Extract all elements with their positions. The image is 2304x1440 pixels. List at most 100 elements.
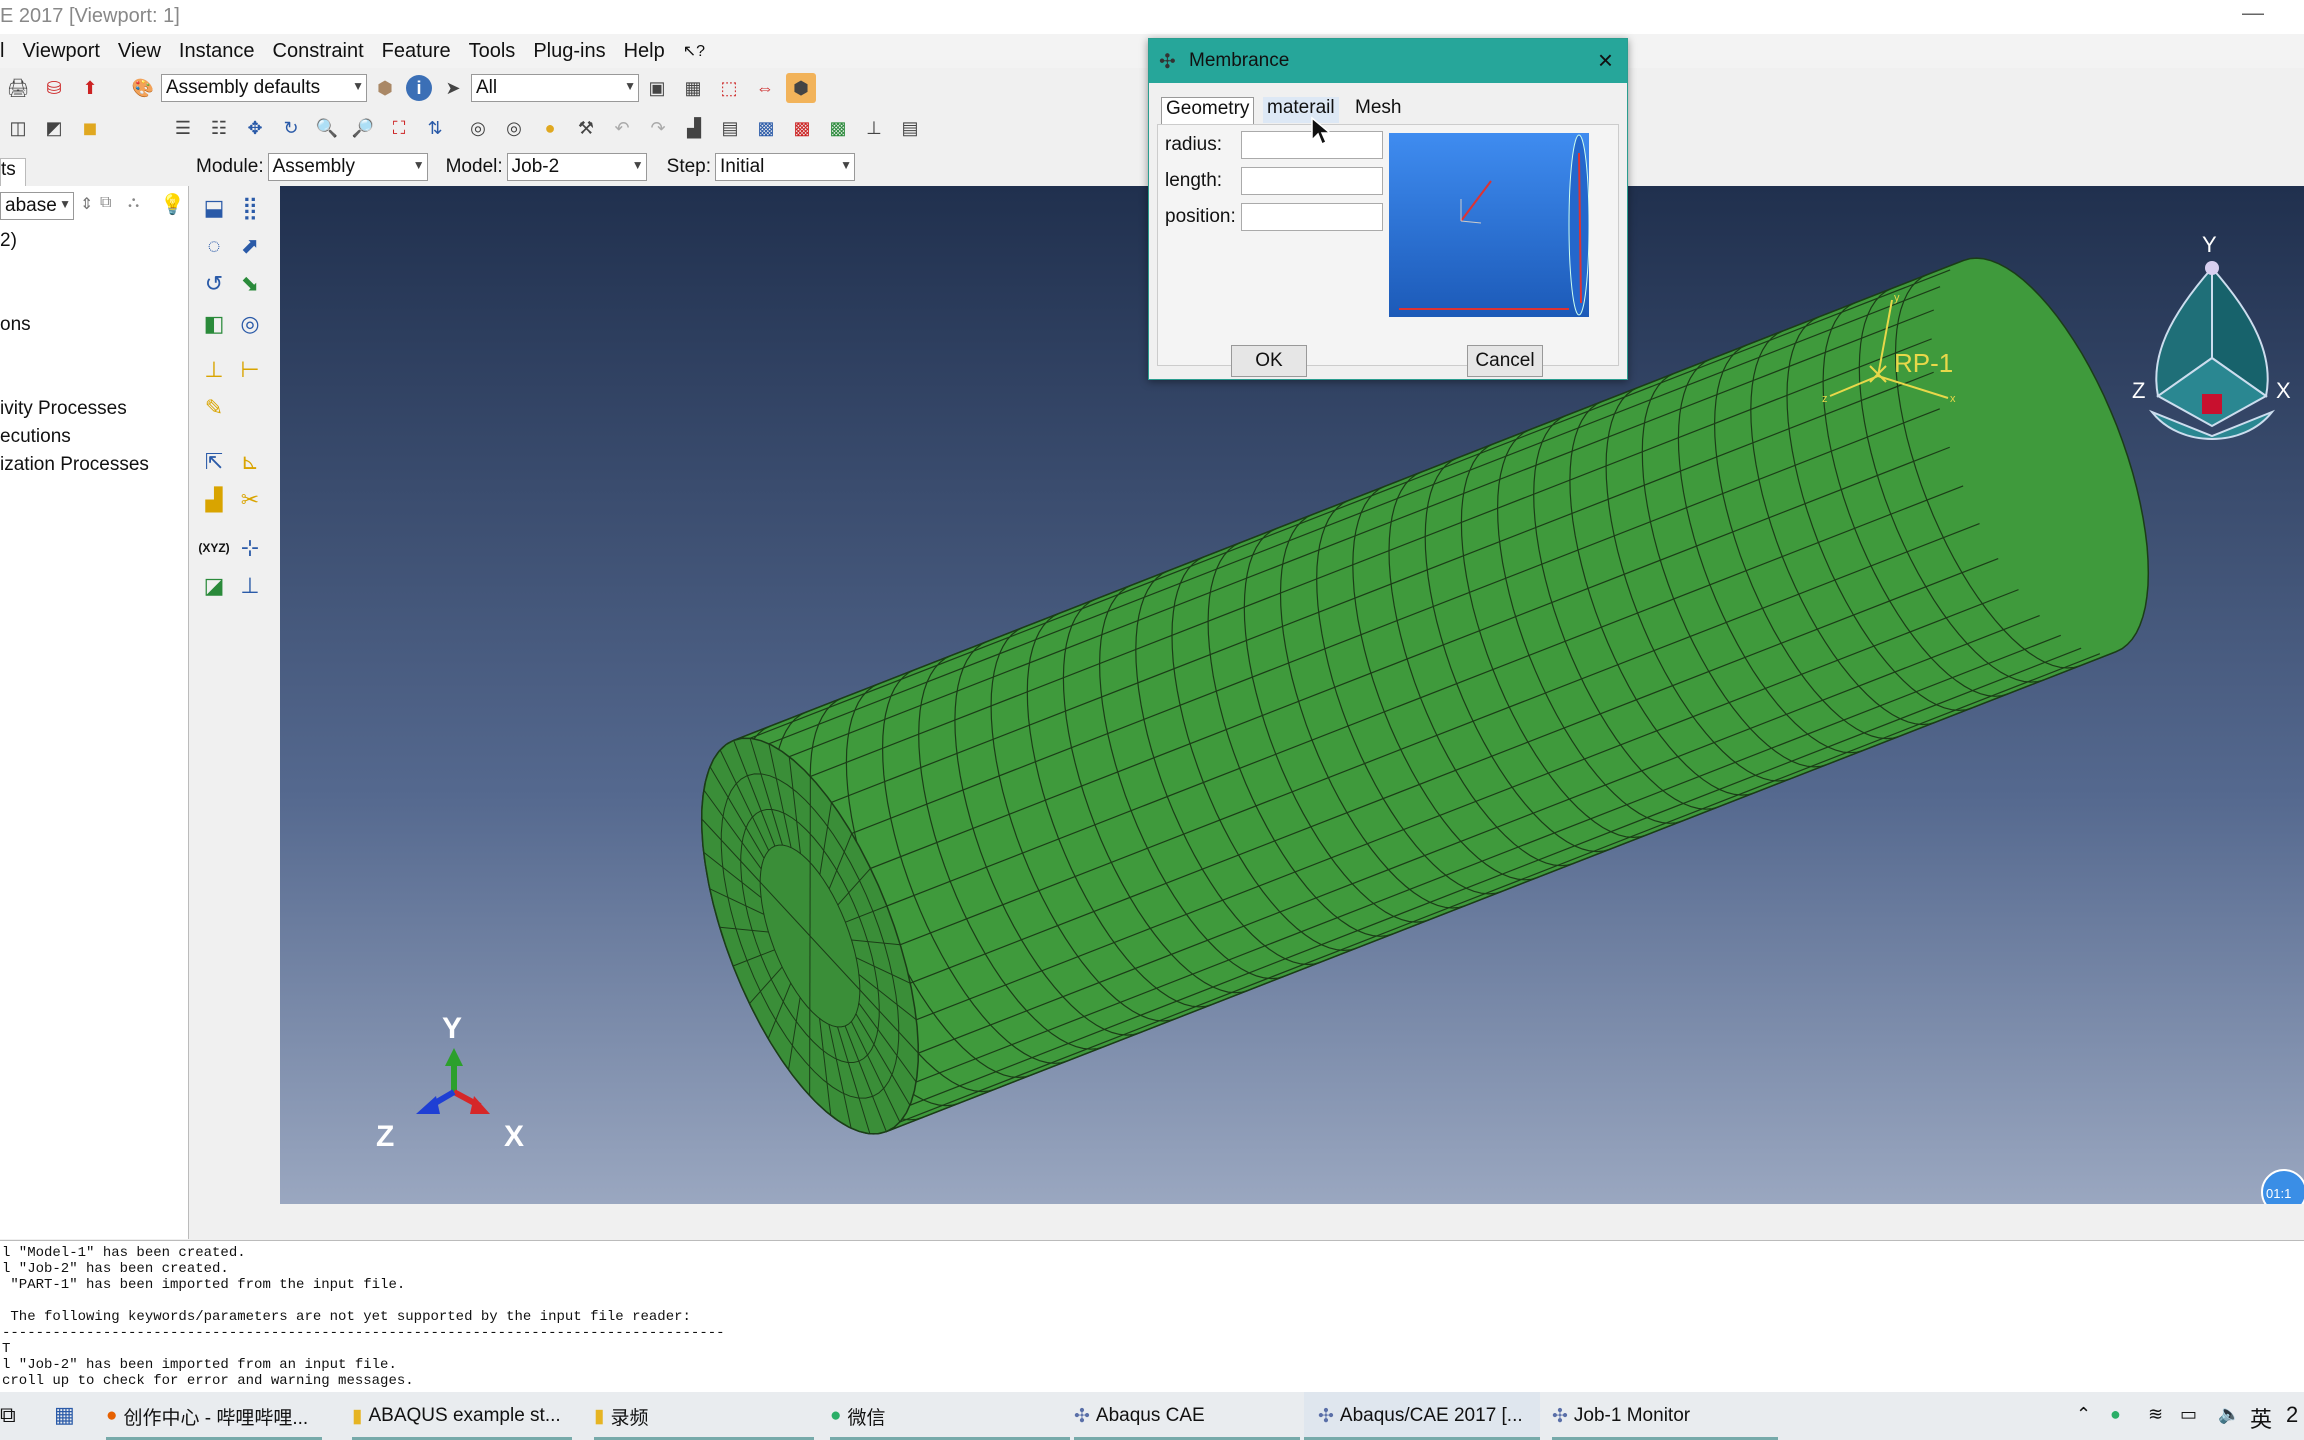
query-info-icon[interactable]: i bbox=[406, 75, 432, 101]
constraint-face-icon[interactable]: ⊢ bbox=[234, 354, 266, 386]
tree-row[interactable]: 2) bbox=[0, 230, 17, 252]
tree-copy-icon[interactable]: ⧉ bbox=[100, 194, 111, 212]
drag-select-icon[interactable]: ⇔ bbox=[750, 73, 780, 103]
menu-view[interactable]: View bbox=[118, 40, 161, 63]
task-view-icon[interactable]: ⧉ bbox=[0, 1402, 16, 1428]
position-input[interactable] bbox=[1241, 203, 1383, 231]
print-icon[interactable]: 🖨 bbox=[3, 73, 33, 103]
mesh-cube-icon[interactable]: ▩ bbox=[751, 113, 781, 143]
view-iso-icon[interactable]: ◫ bbox=[3, 113, 33, 143]
render-style-icon[interactable]: ⬢ bbox=[370, 73, 400, 103]
coordinate-icon[interactable]: ⊥ bbox=[859, 113, 889, 143]
display-options-icon[interactable]: ◎ bbox=[463, 113, 493, 143]
menu-plugins[interactable]: Plug-ins bbox=[533, 40, 605, 63]
ladder-icon[interactable]: ☰ bbox=[168, 113, 198, 143]
cancel-button[interactable]: Cancel bbox=[1467, 345, 1543, 377]
surface-create-icon[interactable]: ⊾ bbox=[234, 446, 266, 478]
merge-cut-icon[interactable]: ◧ bbox=[198, 308, 230, 340]
taskbar-item-abaqus-example[interactable]: ▮ ABAQUS example st... bbox=[352, 1392, 572, 1440]
display-group-combo[interactable]: Assembly defaults ▼ bbox=[161, 74, 367, 102]
tab-mesh[interactable]: Mesh bbox=[1351, 97, 1405, 123]
tree-row[interactable]: ivity Processes bbox=[0, 398, 127, 420]
tree-filter-icon[interactable]: ⛬ bbox=[128, 194, 139, 212]
lightbulb-icon[interactable]: 💡 bbox=[160, 192, 185, 217]
green-cube-icon[interactable]: ▩ bbox=[823, 113, 853, 143]
translate-to-icon[interactable]: ⬊ bbox=[234, 268, 266, 300]
rotate-instance-icon[interactable]: ↺ bbox=[198, 268, 230, 300]
clock-time[interactable]: 2 bbox=[2286, 1402, 2298, 1428]
volume-icon[interactable]: 🔈 bbox=[2218, 1404, 2240, 1425]
menu-viewport[interactable]: Viewport bbox=[22, 40, 99, 63]
undo-icon[interactable]: ↶ bbox=[607, 113, 637, 143]
zoom-icon[interactable]: 🔍 bbox=[312, 113, 342, 143]
sphere-icon[interactable]: ● bbox=[535, 113, 565, 143]
taskbar-item-abaqus-cae-2017[interactable]: ✣ Abaqus/CAE 2017 [... bbox=[1304, 1392, 1540, 1440]
constraint-parallel-icon[interactable]: ⊥ bbox=[198, 354, 230, 386]
step-combo[interactable]: Initial ▼ bbox=[715, 153, 856, 181]
highlight-icon[interactable]: ⬢ bbox=[786, 73, 816, 103]
view-cube[interactable] bbox=[2148, 261, 2276, 440]
ok-button[interactable]: OK bbox=[1231, 345, 1307, 377]
calculator-icon[interactable]: ▦ bbox=[54, 1402, 75, 1428]
menu-tools[interactable]: Tools bbox=[469, 40, 516, 63]
instance-part-icon[interactable]: ⬓ bbox=[198, 192, 230, 224]
pan-icon[interactable]: ✥ bbox=[240, 113, 270, 143]
taskbar-item-abaqus-cae[interactable]: ✣ Abaqus CAE bbox=[1074, 1392, 1300, 1440]
constraint-edit-icon[interactable]: ✎ bbox=[198, 392, 230, 424]
menu-constraint[interactable]: Constraint bbox=[273, 40, 364, 63]
taskbar-item-bilibili[interactable]: ● 创作中心 - 哔哩哔哩... bbox=[106, 1392, 322, 1440]
selection-options-icon[interactable]: ▦ bbox=[678, 73, 708, 103]
datum-point-xyz-icon[interactable]: (XYZ) bbox=[196, 532, 232, 564]
selection-mode-icon[interactable]: ▣ bbox=[642, 73, 672, 103]
view-solid-icon[interactable]: ◼ bbox=[75, 113, 105, 143]
model-tree-tab[interactable]: ts bbox=[0, 158, 26, 187]
datum-axis-icon[interactable]: ⊥ bbox=[234, 570, 266, 602]
hammer-icon[interactable]: ⚒ bbox=[571, 113, 601, 143]
menu-file[interactable]: l bbox=[0, 40, 4, 63]
module-combo[interactable]: Assembly ▼ bbox=[267, 153, 428, 181]
tree-row[interactable]: ecutions bbox=[0, 426, 71, 448]
battery-icon[interactable]: ▭ bbox=[2180, 1404, 2197, 1425]
partition-cube-icon[interactable]: ▩ bbox=[787, 113, 817, 143]
display-overlay-icon[interactable]: ◎ bbox=[499, 113, 529, 143]
linear-pattern-icon[interactable]: ⣿ bbox=[234, 192, 266, 224]
set-create-icon[interactable]: ⇱ bbox=[198, 446, 230, 478]
model-combo[interactable]: Job-2 ▼ bbox=[506, 153, 647, 181]
dialog-title-bar[interactable]: ✣ Membrance × bbox=[1149, 39, 1627, 83]
input-method-indicator[interactable]: 英 bbox=[2250, 1402, 2272, 1434]
menu-instance[interactable]: Instance bbox=[179, 40, 255, 63]
radial-pattern-icon[interactable]: ◌ bbox=[198, 230, 230, 262]
length-input[interactable] bbox=[1241, 167, 1383, 195]
tree-spinner-icon[interactable]: ⇕ bbox=[80, 194, 93, 214]
redo-icon[interactable]: ↷ bbox=[643, 113, 673, 143]
box-zoom-icon[interactable]: 🔎 bbox=[348, 113, 378, 143]
view-front-icon[interactable]: ◩ bbox=[39, 113, 69, 143]
tray-expand-icon[interactable]: ⌃ bbox=[2076, 1404, 2091, 1425]
import-icon[interactable]: ⬆ bbox=[75, 73, 105, 103]
selection-filter-combo[interactable]: All ▼ bbox=[471, 74, 639, 102]
tree-row[interactable]: ons bbox=[0, 314, 31, 336]
select-cursor-icon[interactable]: ➤ bbox=[438, 73, 468, 103]
assembly-display-icon[interactable]: ▟ bbox=[679, 113, 709, 143]
whats-this-icon[interactable]: ↖? bbox=[683, 41, 705, 61]
cycle-views-icon[interactable]: ⇅ bbox=[420, 113, 450, 143]
wifi-icon[interactable]: ≋ bbox=[2148, 1404, 2163, 1425]
feature-cut-icon[interactable]: ✂ bbox=[234, 484, 266, 516]
datum-csys-icon[interactable]: ⊹ bbox=[234, 532, 266, 564]
translate-instance-icon[interactable]: ⬈ bbox=[234, 230, 266, 262]
auto-fit-icon[interactable]: ⛶ bbox=[384, 113, 414, 143]
feature-manager-icon[interactable]: ▟ bbox=[198, 484, 230, 516]
rotate-icon[interactable]: ↻ bbox=[276, 113, 306, 143]
tab-geometry[interactable]: Geometry bbox=[1161, 97, 1255, 124]
taskbar-item-job-monitor[interactable]: ✣ Job-1 Monitor bbox=[1552, 1392, 1778, 1440]
datum-plane-icon[interactable]: ◪ bbox=[198, 570, 230, 602]
palette-icon[interactable]: 🎨 bbox=[128, 73, 158, 103]
taskbar-item-wechat[interactable]: ● 微信 bbox=[830, 1392, 1070, 1440]
tray-wechat-icon[interactable]: ● bbox=[2110, 1404, 2121, 1425]
box-select-icon[interactable]: ⬚ bbox=[714, 73, 744, 103]
layer-icon[interactable]: ▤ bbox=[895, 113, 925, 143]
tree-row[interactable]: ization Processes bbox=[0, 454, 149, 476]
tree-filter-combo[interactable]: abase ▼ bbox=[0, 192, 74, 220]
menu-help[interactable]: Help bbox=[624, 40, 665, 63]
boolean-icon[interactable]: ◎ bbox=[234, 308, 266, 340]
